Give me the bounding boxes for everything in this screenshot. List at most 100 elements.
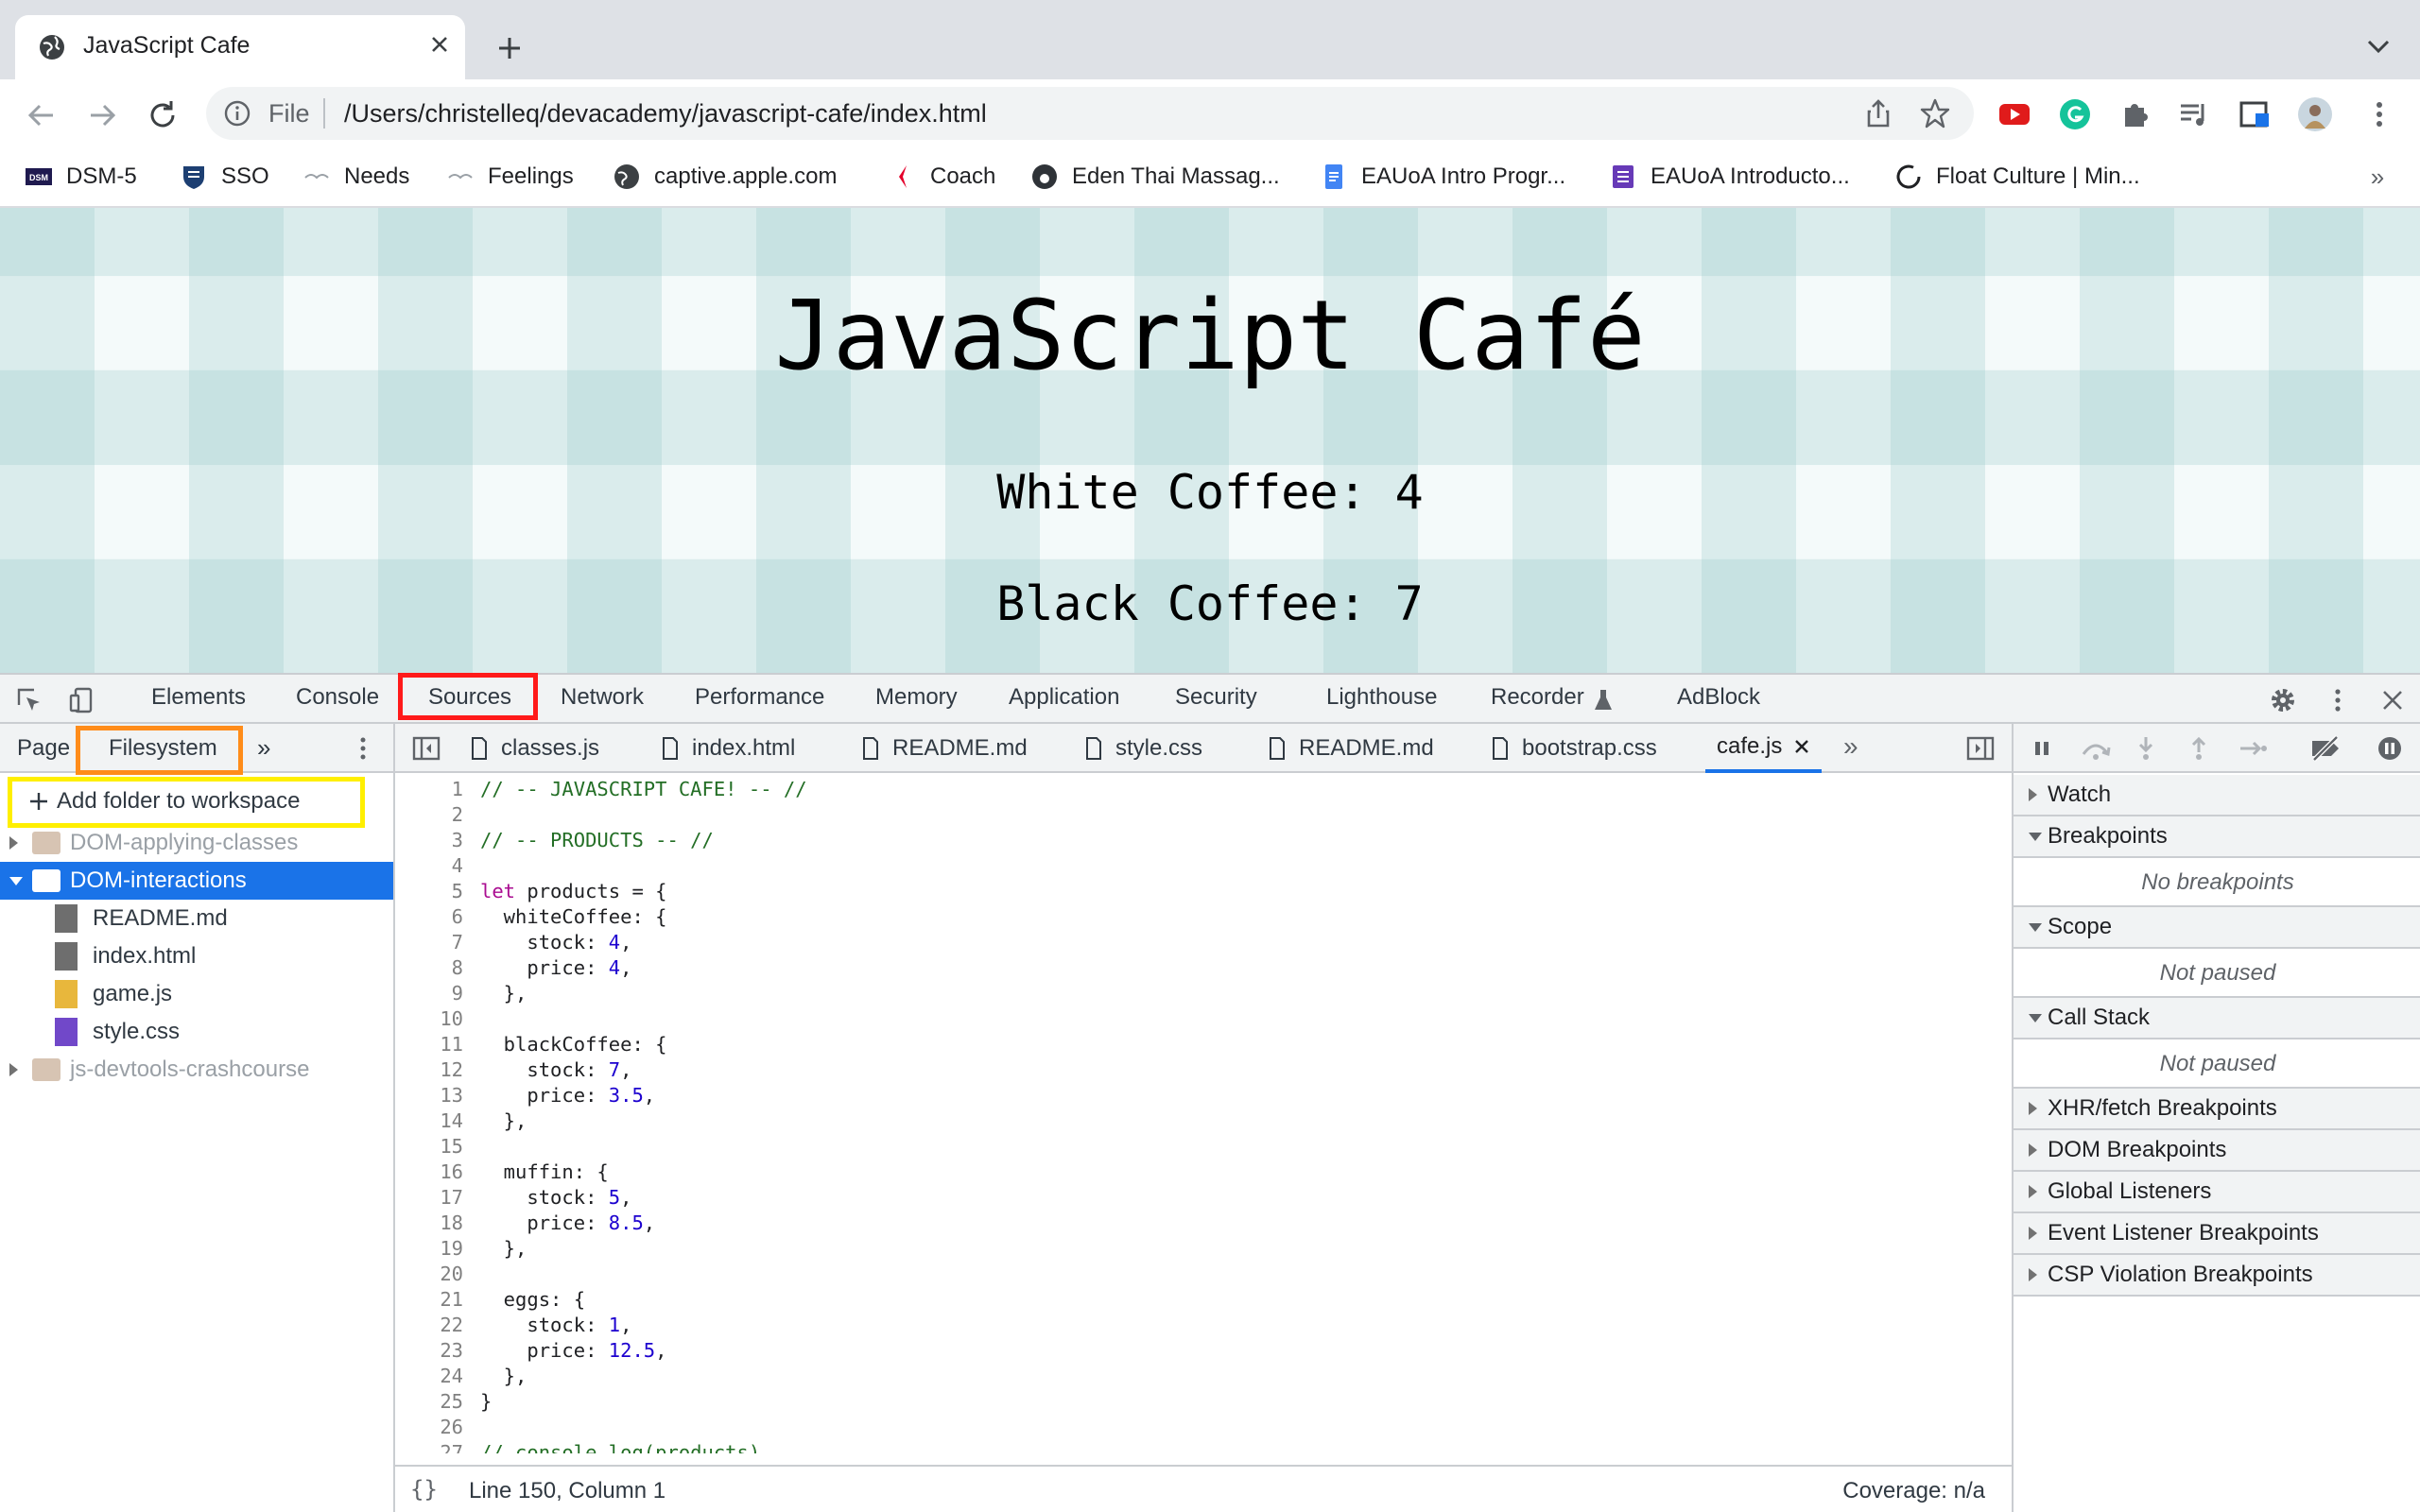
bookmark-item[interactable]: EAUoA Introducto... bbox=[1609, 161, 1850, 193]
tab-adblock[interactable]: AdBlock bbox=[1677, 684, 1760, 711]
side-panel-icon[interactable] bbox=[2237, 96, 2273, 132]
line-number[interactable]: 7 bbox=[395, 930, 463, 955]
tree-folder[interactable]: js-devtools-crashcourse bbox=[0, 1051, 393, 1089]
bookmark-item[interactable]: Needs bbox=[302, 161, 409, 193]
tree-file[interactable]: style.css bbox=[0, 1013, 393, 1051]
code-line[interactable]: 16 muffin: { bbox=[395, 1160, 2012, 1185]
code-line[interactable]: 19 }, bbox=[395, 1236, 2012, 1262]
line-number[interactable]: 10 bbox=[395, 1006, 463, 1032]
url-text[interactable]: /Users/christelleq/devacademy/javascript… bbox=[344, 99, 987, 129]
bookmark-item[interactable]: Float Culture | Min... bbox=[1894, 161, 2140, 193]
bookmark-item[interactable]: SSO bbox=[180, 161, 269, 193]
code-line[interactable]: 27 // console.log(products) bbox=[395, 1440, 2012, 1453]
code-line[interactable]: 20 bbox=[395, 1262, 2012, 1287]
line-number[interactable]: 3 bbox=[395, 828, 463, 853]
debugger-section-header[interactable]: Event Listener Breakpoints bbox=[2014, 1213, 2420, 1255]
close-icon[interactable] bbox=[2378, 686, 2407, 714]
pretty-print-icon[interactable]: {} bbox=[410, 1476, 438, 1503]
kebab-menu-icon[interactable] bbox=[2361, 96, 2397, 132]
line-number[interactable]: 6 bbox=[395, 904, 463, 930]
tree-folder[interactable]: DOM-applying-classes bbox=[0, 824, 393, 862]
editor-tab[interactable]: style.css bbox=[1085, 724, 1202, 773]
pause-on-exceptions-icon[interactable] bbox=[2375, 735, 2405, 762]
debugger-section-header[interactable]: Call Stack bbox=[2014, 998, 2420, 1040]
youtube-extension-icon[interactable] bbox=[1996, 96, 2032, 132]
line-number[interactable]: 1 bbox=[395, 777, 463, 802]
debugger-section-header[interactable]: Scope bbox=[2014, 907, 2420, 949]
code-line[interactable]: 1 // -- JAVASCRIPT CAFE! -- // bbox=[395, 777, 2012, 802]
step-out-icon[interactable] bbox=[2186, 735, 2212, 762]
debugger-section-header[interactable]: Global Listeners bbox=[2014, 1172, 2420, 1213]
device-toolbar-icon[interactable] bbox=[68, 686, 96, 714]
line-number[interactable]: 15 bbox=[395, 1134, 463, 1160]
tree-file[interactable]: README.md bbox=[0, 900, 393, 937]
tab-network[interactable]: Network bbox=[561, 684, 644, 711]
code-line[interactable]: 6 whiteCoffee: { bbox=[395, 904, 2012, 930]
code-line[interactable]: 22 stock: 1, bbox=[395, 1313, 2012, 1338]
chevron-double-right-icon[interactable]: » bbox=[2363, 161, 2392, 193]
code-line[interactable]: 13 price: 3.5, bbox=[395, 1083, 2012, 1108]
line-number[interactable]: 11 bbox=[395, 1032, 463, 1057]
editor-tab[interactable]: index.html bbox=[662, 724, 795, 773]
pause-icon[interactable] bbox=[2029, 735, 2055, 762]
share-icon[interactable] bbox=[1862, 97, 1894, 129]
tab-memory[interactable]: Memory bbox=[875, 684, 958, 711]
inspect-element-icon[interactable] bbox=[15, 686, 43, 714]
code-line[interactable]: 4 bbox=[395, 853, 2012, 879]
back-arrow-icon[interactable] bbox=[23, 96, 60, 134]
tab-page[interactable]: Page bbox=[17, 735, 70, 762]
step-over-icon[interactable] bbox=[2080, 735, 2112, 762]
code-line[interactable]: 5 let products = { bbox=[395, 879, 2012, 904]
editor-tab[interactable]: classes.js bbox=[471, 724, 599, 773]
code-line[interactable]: 17 stock: 5, bbox=[395, 1185, 2012, 1211]
tab-elements[interactable]: Elements bbox=[151, 684, 246, 711]
debugger-section-header[interactable]: XHR/fetch Breakpoints bbox=[2014, 1089, 2420, 1130]
debugger-section-header[interactable]: CSP Violation Breakpoints bbox=[2014, 1255, 2420, 1297]
bookmark-item[interactable]: EAUoA Intro Progr... bbox=[1320, 161, 1565, 193]
code-line[interactable]: 26 bbox=[395, 1415, 2012, 1440]
tab-lighthouse[interactable]: Lighthouse bbox=[1326, 684, 1437, 711]
chevron-double-right-icon[interactable]: » bbox=[1843, 731, 1858, 762]
code-line[interactable]: 23 price: 12.5, bbox=[395, 1338, 2012, 1364]
line-number[interactable]: 16 bbox=[395, 1160, 463, 1185]
code-area[interactable]: 1 // -- JAVASCRIPT CAFE! -- // 2 3 // -- PRO… bbox=[395, 775, 2012, 1453]
address-bar[interactable]: File /Users/christelleq/devacademy/javas… bbox=[206, 87, 1974, 140]
tab-recorder[interactable]: Recorder bbox=[1491, 684, 1584, 711]
code-line[interactable]: 25} bbox=[395, 1389, 2012, 1415]
line-number[interactable]: 12 bbox=[395, 1057, 463, 1083]
bookmark-star-icon[interactable] bbox=[1919, 97, 1951, 129]
new-tab-plus-icon[interactable] bbox=[492, 30, 527, 66]
line-number[interactable]: 14 bbox=[395, 1108, 463, 1134]
code-line[interactable]: 18 price: 8.5, bbox=[395, 1211, 2012, 1236]
line-number[interactable]: 17 bbox=[395, 1185, 463, 1211]
forward-arrow-icon[interactable] bbox=[83, 96, 121, 134]
code-line[interactable]: 11 blackCoffee: { bbox=[395, 1032, 2012, 1057]
code-line[interactable]: 8 price: 4, bbox=[395, 955, 2012, 981]
debugger-section-header[interactable]: DOM Breakpoints bbox=[2014, 1130, 2420, 1172]
code-line[interactable]: 2 bbox=[395, 802, 2012, 828]
grammarly-icon[interactable] bbox=[2057, 96, 2093, 132]
reload-icon[interactable] bbox=[144, 96, 182, 134]
tab-security[interactable]: Security bbox=[1175, 684, 1257, 711]
code-line[interactable]: 24 }, bbox=[395, 1364, 2012, 1389]
code-line[interactable]: 3 // -- PRODUCTS -- // bbox=[395, 828, 2012, 853]
line-number[interactable]: 23 bbox=[395, 1338, 463, 1364]
editor-tab[interactable]: bootstrap.css bbox=[1492, 724, 1657, 773]
step-icon[interactable] bbox=[2238, 735, 2269, 762]
line-number[interactable]: 22 bbox=[395, 1313, 463, 1338]
debugger-section-header[interactable]: Watch bbox=[2014, 775, 2420, 816]
line-number[interactable]: 13 bbox=[395, 1083, 463, 1108]
code-line[interactable]: 9 }, bbox=[395, 981, 2012, 1006]
chevron-down-icon[interactable] bbox=[2361, 32, 2395, 60]
line-number[interactable]: 25 bbox=[395, 1389, 463, 1415]
tree-file[interactable]: game.js bbox=[0, 975, 393, 1013]
line-number[interactable]: 4 bbox=[395, 853, 463, 879]
step-into-icon[interactable] bbox=[2133, 735, 2159, 762]
toggle-navigator-icon[interactable] bbox=[412, 735, 441, 762]
tree-folder[interactable]: DOM-interactions bbox=[0, 862, 393, 900]
line-number[interactable]: 20 bbox=[395, 1262, 463, 1287]
line-number[interactable]: 5 bbox=[395, 879, 463, 904]
code-line[interactable]: 21 eggs: { bbox=[395, 1287, 2012, 1313]
deactivate-breakpoints-icon[interactable] bbox=[2308, 735, 2342, 762]
browser-tab[interactable]: JavaScript Cafe bbox=[15, 15, 465, 79]
